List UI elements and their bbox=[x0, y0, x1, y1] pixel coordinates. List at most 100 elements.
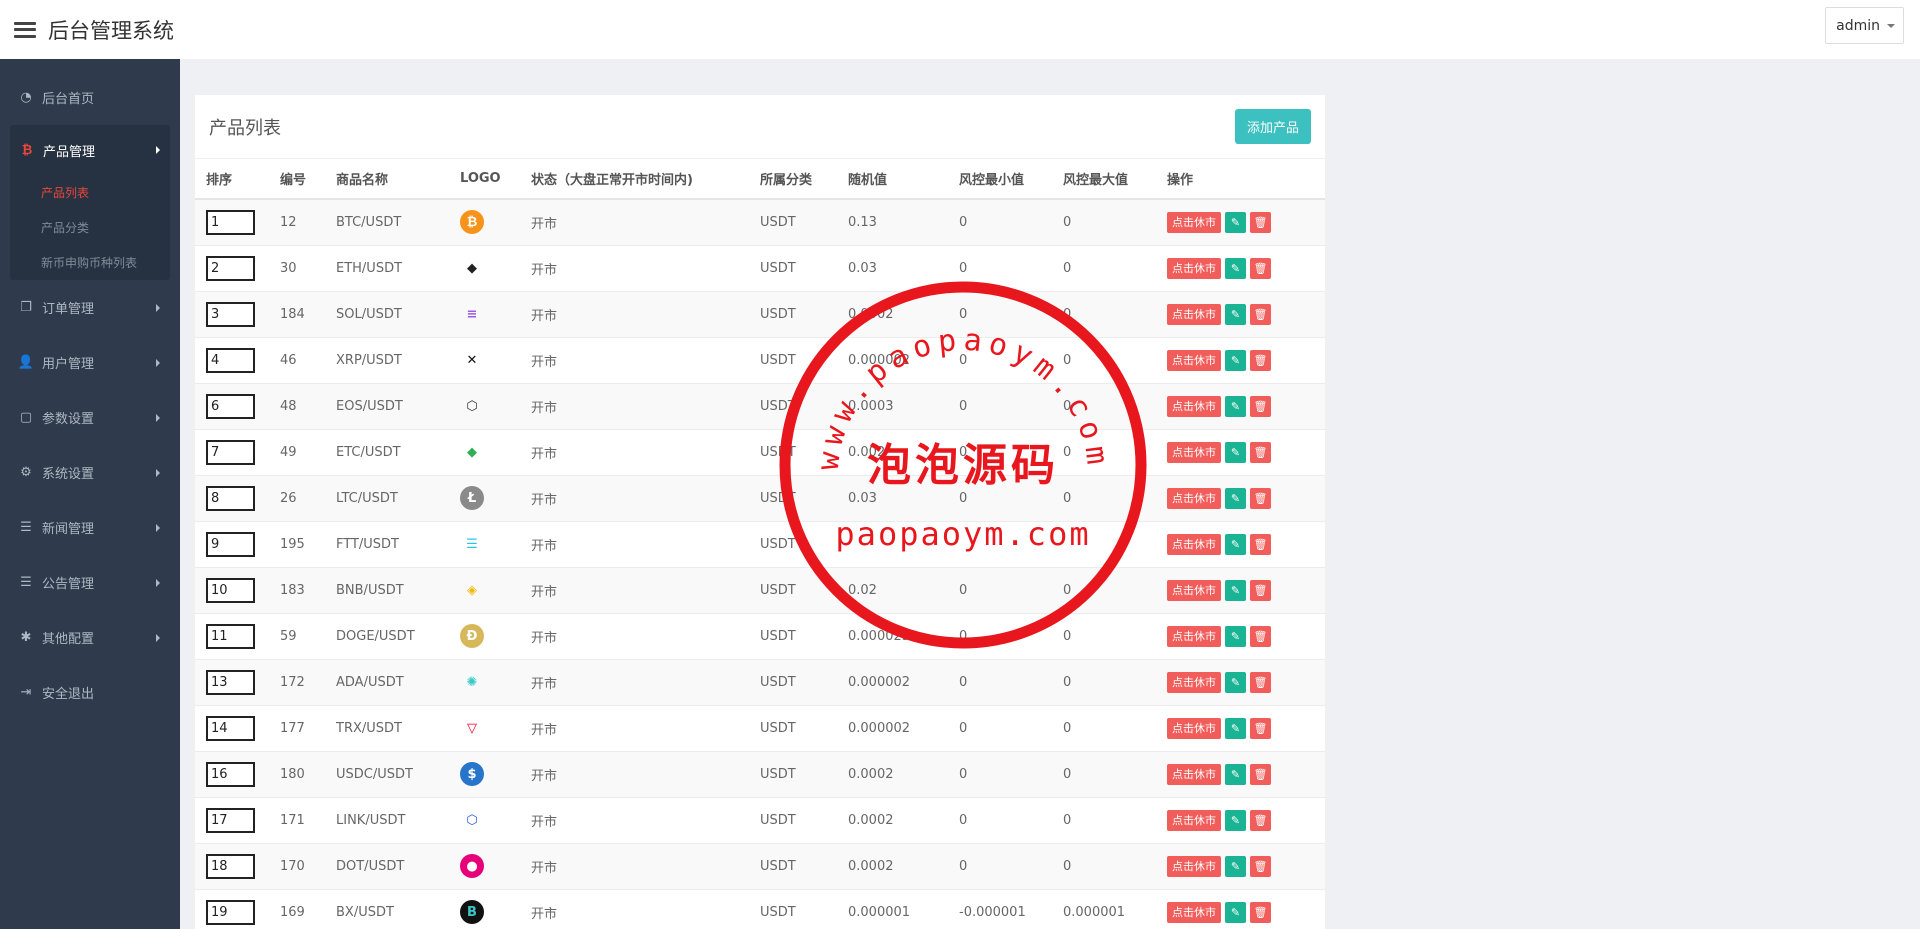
sort-order-input[interactable] bbox=[206, 485, 255, 511]
close-market-button[interactable]: 点击休市 bbox=[1167, 395, 1221, 417]
trash-icon[interactable]: 🗑 bbox=[1250, 671, 1271, 693]
trash-icon[interactable]: 🗑 bbox=[1250, 717, 1271, 739]
pencil-icon[interactable]: ✎ bbox=[1225, 671, 1246, 693]
trash-icon[interactable]: 🗑 bbox=[1250, 257, 1271, 279]
sidebar-subitem-2[interactable]: 新币申购币种列表 bbox=[10, 245, 170, 280]
sort-order-input[interactable] bbox=[206, 347, 255, 373]
close-market-button[interactable]: 点击休市 bbox=[1167, 441, 1221, 463]
close-market-button[interactable]: 点击休市 bbox=[1167, 763, 1221, 785]
risk-min-cell: 0 bbox=[959, 750, 1063, 797]
pencil-icon[interactable]: ✎ bbox=[1225, 211, 1246, 233]
close-market-button[interactable]: 点击休市 bbox=[1167, 717, 1221, 739]
trash-icon[interactable]: 🗑 bbox=[1250, 441, 1271, 463]
sort-order-input[interactable] bbox=[206, 761, 255, 787]
sort-order-input[interactable] bbox=[206, 393, 255, 419]
cogs-icon: ⚙ bbox=[20, 465, 32, 480]
sort-order-input[interactable] bbox=[206, 209, 255, 235]
hamburger-menu-icon[interactable] bbox=[14, 21, 36, 38]
trash-icon[interactable]: 🗑 bbox=[1250, 579, 1271, 601]
random-value-cell: 0.000025 bbox=[848, 612, 959, 659]
close-market-button[interactable]: 点击休市 bbox=[1167, 211, 1221, 233]
sort-order-input[interactable] bbox=[206, 439, 255, 465]
pencil-icon[interactable]: ✎ bbox=[1225, 257, 1246, 279]
sidebar-subitem-0[interactable]: 产品列表 bbox=[10, 175, 170, 210]
id-cell: 12 bbox=[280, 198, 336, 245]
trash-icon[interactable]: 🗑 bbox=[1250, 855, 1271, 877]
close-market-button[interactable]: 点击休市 bbox=[1167, 671, 1221, 693]
sidebar-subitem-1[interactable]: 产品分类 bbox=[10, 210, 170, 245]
trash-icon[interactable]: 🗑 bbox=[1250, 625, 1271, 647]
trash-icon[interactable]: 🗑 bbox=[1250, 901, 1271, 923]
close-market-button[interactable]: 点击休市 bbox=[1167, 303, 1221, 325]
pencil-icon[interactable]: ✎ bbox=[1225, 303, 1246, 325]
trash-icon[interactable]: 🗑 bbox=[1250, 763, 1271, 785]
pencil-icon[interactable]: ✎ bbox=[1225, 717, 1246, 739]
sort-order-input[interactable] bbox=[206, 853, 255, 879]
close-market-button[interactable]: 点击休市 bbox=[1167, 901, 1221, 923]
random-value-cell: 0.03 bbox=[848, 244, 959, 291]
close-market-button[interactable]: 点击休市 bbox=[1167, 487, 1221, 509]
close-market-button[interactable]: 点击休市 bbox=[1167, 349, 1221, 371]
risk-max-cell: 0 bbox=[1063, 750, 1167, 797]
random-value-cell: 0.13 bbox=[848, 198, 959, 245]
pencil-icon[interactable]: ✎ bbox=[1225, 763, 1246, 785]
random-value-cell: 0.0002 bbox=[848, 290, 959, 337]
sort-order-input[interactable] bbox=[206, 255, 255, 281]
pencil-icon[interactable]: ✎ bbox=[1225, 809, 1246, 831]
actions-group: 点击休市 ✎ 🗑 bbox=[1167, 395, 1325, 417]
sort-order-input[interactable] bbox=[206, 807, 255, 833]
sidebar-item-0[interactable]: ◔ 后台首页 bbox=[0, 70, 180, 125]
add-product-button[interactable]: 添加产品 bbox=[1234, 109, 1311, 144]
pencil-icon[interactable]: ✎ bbox=[1225, 395, 1246, 417]
pencil-icon[interactable]: ✎ bbox=[1225, 901, 1246, 923]
logo-cell: ☰ bbox=[460, 520, 531, 567]
eos-logo: ⬡ bbox=[466, 398, 478, 414]
sidebar-item-4[interactable]: ▢ 参数设置 bbox=[0, 390, 180, 445]
close-market-button[interactable]: 点击休市 bbox=[1167, 533, 1221, 555]
sort-order-input[interactable] bbox=[206, 669, 255, 695]
close-market-button[interactable]: 点击休市 bbox=[1167, 855, 1221, 877]
close-market-button[interactable]: 点击休市 bbox=[1167, 809, 1221, 831]
sidebar-item-1[interactable]: ₿ 产品管理 bbox=[10, 125, 170, 175]
pencil-icon[interactable]: ✎ bbox=[1225, 487, 1246, 509]
sidebar-item-5[interactable]: ⚙ 系统设置 bbox=[0, 445, 180, 500]
close-market-button[interactable]: 点击休市 bbox=[1167, 579, 1221, 601]
sidebar-item-7[interactable]: ☰ 公告管理 bbox=[0, 555, 180, 610]
pencil-icon[interactable]: ✎ bbox=[1225, 533, 1246, 555]
sidebar-item-3[interactable]: 👤 用户管理 bbox=[0, 335, 180, 390]
close-market-button[interactable]: 点击休市 bbox=[1167, 257, 1221, 279]
random-value-cell: 0.002 bbox=[848, 428, 959, 475]
id-cell: 170 bbox=[280, 842, 336, 889]
sort-order-input[interactable] bbox=[206, 623, 255, 649]
pencil-icon[interactable]: ✎ bbox=[1225, 625, 1246, 647]
sidebar-item-label: 其他配置 bbox=[42, 632, 95, 647]
user-dropdown[interactable]: admin bbox=[1825, 7, 1904, 44]
sidebar-item-9[interactable]: ⇥ 安全退出 bbox=[0, 665, 180, 720]
sidebar-item-6[interactable]: ☰ 新闻管理 bbox=[0, 500, 180, 555]
pencil-icon[interactable]: ✎ bbox=[1225, 579, 1246, 601]
logo-cell: ⬡ bbox=[460, 382, 531, 429]
sort-order-input[interactable] bbox=[206, 715, 255, 741]
risk-min-cell bbox=[959, 520, 1063, 567]
product-list-panel: 产品列表 添加产品 排序 编号 商品名称 LOGO 状态（大盘正常开市时间内) 所属分类随… bbox=[195, 95, 1325, 929]
trash-icon[interactable]: 🗑 bbox=[1250, 395, 1271, 417]
sidebar-item-8[interactable]: ✱ 其他配置 bbox=[0, 610, 180, 665]
sort-order-input[interactable] bbox=[206, 577, 255, 603]
close-market-button[interactable]: 点击休市 bbox=[1167, 625, 1221, 647]
sort-order-input[interactable] bbox=[206, 531, 255, 557]
actions-group: 点击休市 ✎ 🗑 bbox=[1167, 303, 1325, 325]
trash-icon[interactable]: 🗑 bbox=[1250, 487, 1271, 509]
sidebar-item-2[interactable]: ❐ 订单管理 bbox=[0, 280, 180, 335]
pencil-icon[interactable]: ✎ bbox=[1225, 349, 1246, 371]
trash-icon[interactable]: 🗑 bbox=[1250, 809, 1271, 831]
pencil-icon[interactable]: ✎ bbox=[1225, 855, 1246, 877]
trash-icon[interactable]: 🗑 bbox=[1250, 349, 1271, 371]
doge-logo: Ð bbox=[460, 624, 484, 648]
sort-order-input[interactable] bbox=[206, 301, 255, 327]
caret-right-icon bbox=[156, 358, 160, 367]
trash-icon[interactable]: 🗑 bbox=[1250, 211, 1271, 233]
sort-order-input[interactable] bbox=[206, 899, 255, 925]
trash-icon[interactable]: 🗑 bbox=[1250, 533, 1271, 555]
pencil-icon[interactable]: ✎ bbox=[1225, 441, 1246, 463]
trash-icon[interactable]: 🗑 bbox=[1250, 303, 1271, 325]
